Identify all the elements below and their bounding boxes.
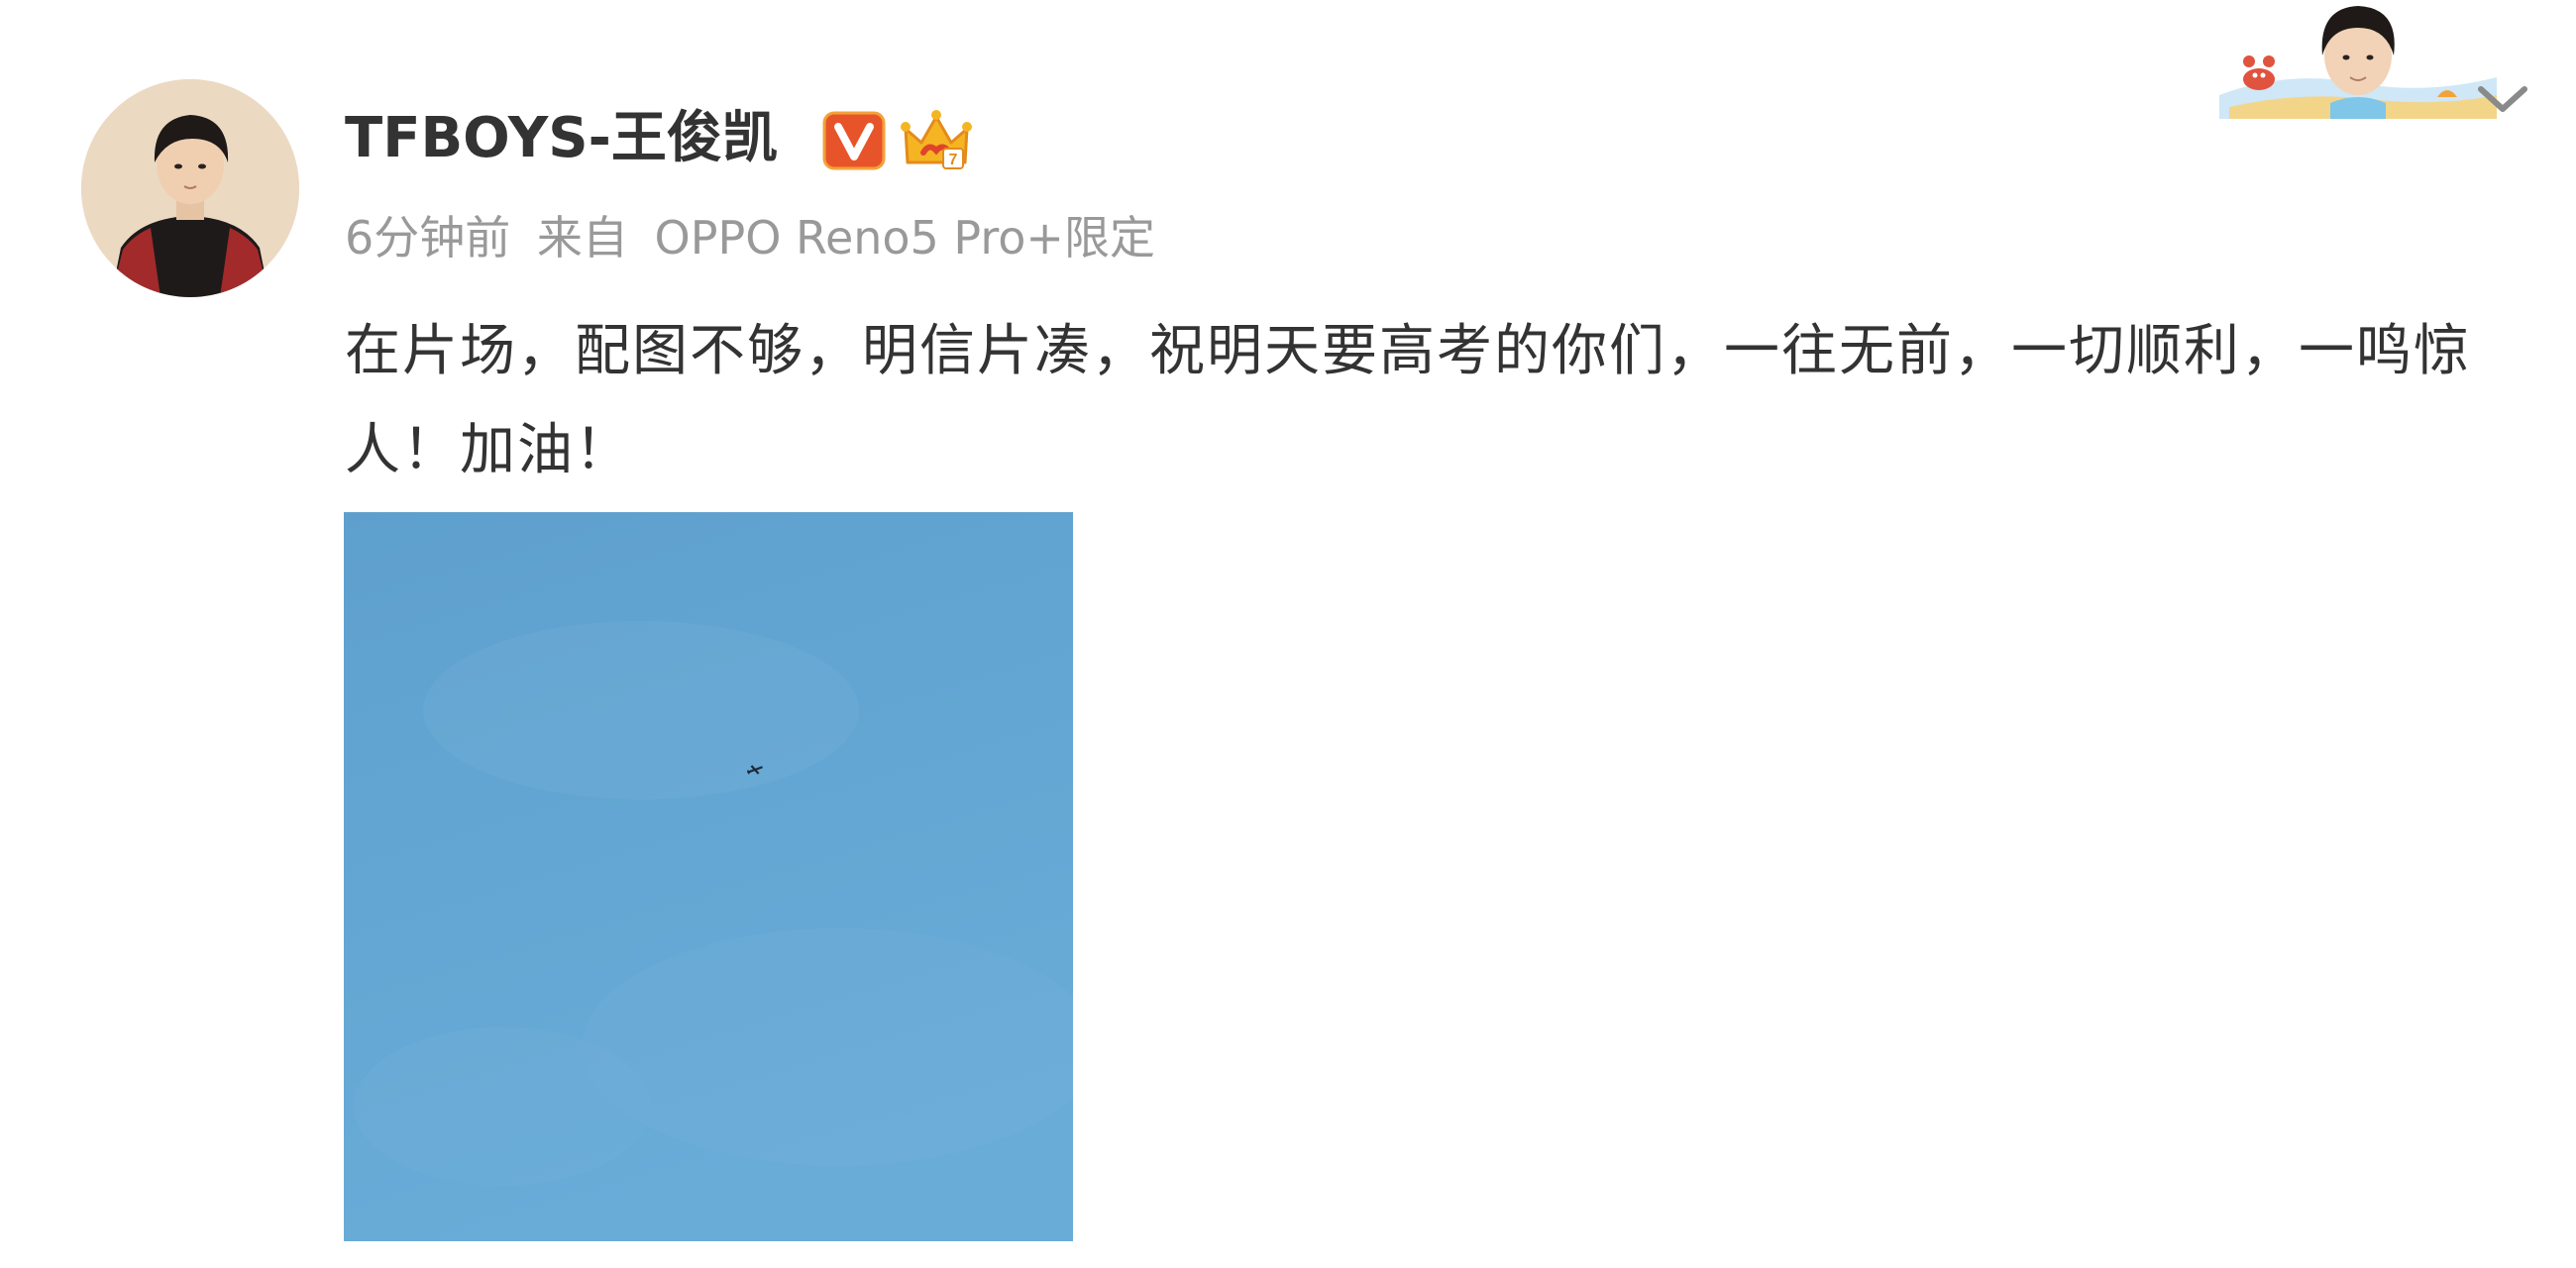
post-source[interactable]: OPPO Reno5 Pro+限定 [655,211,1155,264]
avatar[interactable] [81,79,299,297]
weibo-post-card: TFBOYS-王俊凯 7 6分钟前 来自 OPPO Reno5 Pro+限定 在… [0,0,2576,1268]
chevron-down-icon[interactable] [2473,77,2532,121]
sky-photo [344,512,1073,1241]
source-prefix: 来自 [536,211,628,264]
verified-v-icon [822,111,886,170]
post-meta: 6分钟前 来自 OPPO Reno5 Pro+限定 [345,208,1155,267]
post-time[interactable]: 6分钟前 [345,211,510,264]
svg-text:7: 7 [949,152,958,168]
post-text: 在片场，配图不够，明信片凑，祝明天要高考的你们，一往无前，一切顺利，一鸣惊人！加… [345,319,2471,482]
vip-crown-icon[interactable]: 7 [900,105,973,174]
card-decoration [2219,0,2497,119]
avatar-image [81,79,299,297]
author-name[interactable]: TFBOYS-王俊凯 [345,103,778,174]
post-photo[interactable] [344,512,1073,1241]
